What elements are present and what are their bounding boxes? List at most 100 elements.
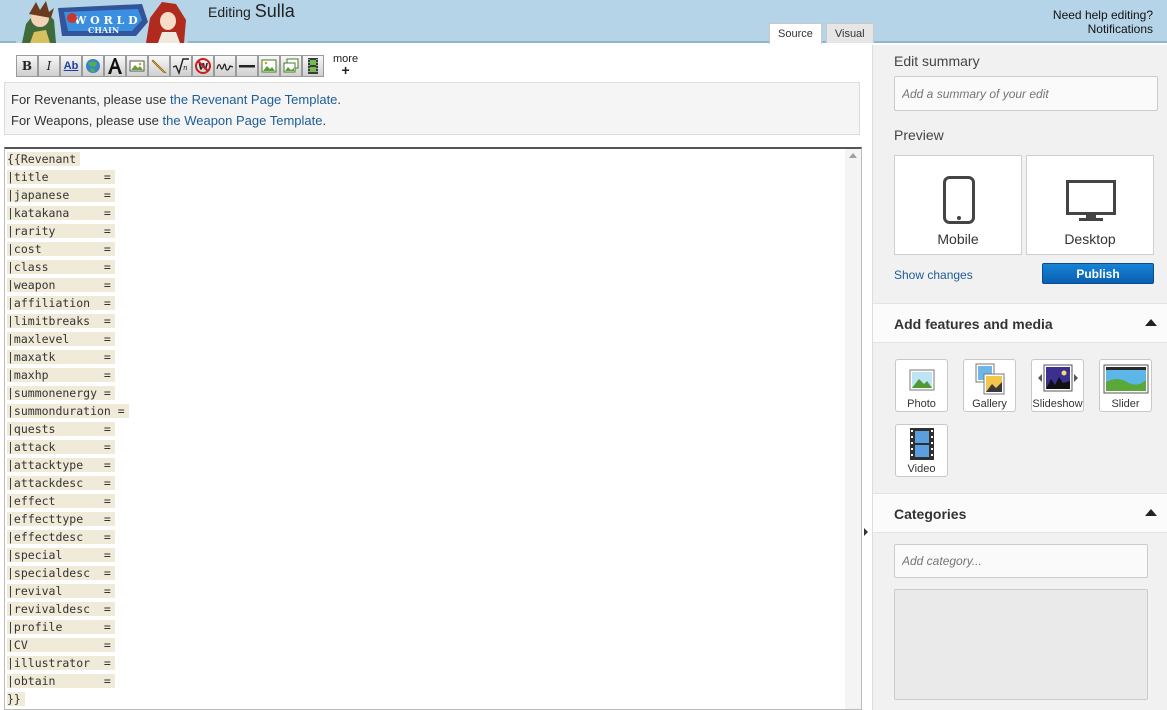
add-gallery-media-button[interactable]: Gallery (963, 359, 1016, 412)
svg-text:CHAIN: CHAIN (88, 25, 119, 35)
bold-button[interactable]: B (16, 54, 38, 77)
image-icon (129, 60, 145, 71)
revenant-template-link[interactable]: the Revenant Page Template (170, 92, 337, 107)
add-video-button[interactable] (302, 54, 324, 77)
horizontal-line-button[interactable] (236, 54, 258, 77)
source-line-text: |attacktype = (7, 458, 115, 472)
collapse-rail-icon[interactable] (864, 528, 868, 536)
source-line-text: |attack = (7, 440, 115, 454)
source-line-text: |effectdesc = (7, 530, 115, 544)
preview-mobile-button[interactable]: Mobile (894, 155, 1022, 255)
add-category-input[interactable] (894, 544, 1148, 578)
notice-prefix: For Revenants, please use (11, 92, 170, 107)
notice-suffix: . (337, 92, 342, 107)
tab-source[interactable]: Source (769, 23, 822, 44)
signature-button[interactable] (214, 54, 236, 77)
add-photo-button[interactable] (258, 54, 280, 77)
italic-label: I (46, 58, 52, 73)
notice-prefix: For Weapons, please use (11, 113, 163, 128)
help-editing-link[interactable]: Need help editing? (1053, 8, 1153, 22)
source-line-text: |quests = (7, 422, 115, 436)
source-line: |summonduration = (7, 402, 129, 420)
source-line-text: |cost = (7, 242, 115, 256)
categories-header[interactable]: Categories (873, 493, 1167, 533)
wiki-logo[interactable]: W O R L D CHAIN (16, 0, 188, 43)
source-line: |effect = (7, 492, 129, 510)
source-line: |profile = (7, 618, 129, 636)
publish-button[interactable]: Publish (1042, 263, 1154, 284)
external-link-button[interactable] (82, 54, 104, 77)
notifications-link[interactable]: Notifications (1053, 22, 1153, 36)
slider-label: Slider (1111, 398, 1140, 410)
embedded-file-button[interactable] (126, 54, 148, 77)
heading-button[interactable] (104, 54, 126, 77)
source-line: |revivaldesc = (7, 600, 129, 618)
add-slideshow-media-button[interactable]: Slideshow (1031, 359, 1084, 412)
source-line-text: |obtain = (7, 674, 115, 688)
photo-label: Photo (907, 398, 936, 410)
source-line-text: |CV = (7, 638, 115, 652)
page-name: Sulla (254, 1, 295, 21)
editing-toolbar: B I Ab n W (16, 53, 358, 78)
source-line-text: |effecttype = (7, 512, 115, 526)
collapse-icon[interactable] (1145, 319, 1157, 326)
source-line: }} (7, 690, 129, 708)
source-textarea[interactable]: {{Revenant |title = |japanese = |katakana =… (4, 147, 862, 710)
editor-column: B I Ab n W (0, 45, 868, 710)
photo-icon (909, 369, 934, 391)
source-line-text: |weapon = (7, 278, 115, 292)
add-video-media-button[interactable]: Video (895, 424, 948, 477)
italic-button[interactable]: I (38, 54, 60, 77)
video-icon (909, 428, 934, 460)
add-gallery-button[interactable] (280, 54, 302, 77)
media-link-button[interactable] (148, 54, 170, 77)
scroll-up-icon[interactable] (849, 153, 857, 158)
math-formula-button[interactable]: n (170, 54, 192, 77)
more-button[interactable]: more + (333, 54, 358, 78)
source-line: |maxhp = (7, 366, 129, 384)
internal-link-button[interactable]: Ab (60, 54, 82, 77)
edit-summary-input[interactable] (894, 76, 1158, 111)
add-photo-media-button[interactable]: Photo (895, 359, 948, 412)
nowiki-button[interactable]: W (192, 54, 214, 77)
slideshow-label: Slideshow (1032, 398, 1083, 410)
source-line: |maxatk = (7, 348, 129, 366)
pencil-icon (151, 59, 167, 73)
weapon-template-link[interactable]: the Weapon Page Template (163, 113, 323, 128)
textarea-scrollbar[interactable] (845, 149, 861, 709)
category-list (894, 589, 1148, 700)
show-changes-link[interactable]: Show changes (894, 268, 973, 282)
mobile-label: Mobile (937, 231, 979, 247)
tab-visual[interactable]: Visual (825, 23, 874, 43)
template-notice: For Revenants, please use the Revenant P… (4, 82, 860, 135)
source-line-text: |maxatk = (7, 350, 115, 364)
source-line-text: |affiliation = (7, 296, 115, 310)
source-line: |attackdesc = (7, 474, 129, 492)
source-line-text: |japanese = (7, 188, 115, 202)
notice-line-revenant: For Revenants, please use the Revenant P… (11, 89, 853, 110)
source-line: |attacktype = (7, 456, 129, 474)
features-media-title: Add features and media (894, 316, 1053, 332)
collapse-icon[interactable] (1145, 509, 1157, 516)
slideshow-icon (1037, 364, 1078, 392)
add-slider-media-button[interactable]: Slider (1099, 359, 1152, 412)
mobile-icon (943, 176, 975, 224)
source-line: |katakana = (7, 204, 129, 222)
source-line: |rarity = (7, 222, 129, 240)
source-line-text: |maxlevel = (7, 332, 115, 346)
source-line: |affiliation = (7, 294, 129, 312)
preview-desktop-button[interactable]: Desktop (1026, 155, 1154, 255)
features-media-header[interactable]: Add features and media (873, 303, 1167, 343)
source-line: |illustrator = (7, 654, 129, 672)
source-line: |obtain = (7, 672, 129, 690)
bold-label: B (21, 58, 33, 73)
source-line-text: |summonduration = (7, 404, 129, 418)
source-line-text: |revivaldesc = (7, 602, 115, 616)
source-line: |japanese = (7, 186, 129, 204)
source-line: |CV = (7, 636, 129, 654)
source-line-text: |rarity = (7, 224, 115, 238)
source-line-text: |effect = (7, 494, 115, 508)
source-line: |title = (7, 168, 129, 186)
source-line-text: |class = (7, 260, 115, 274)
plus-icon: + (341, 62, 350, 78)
